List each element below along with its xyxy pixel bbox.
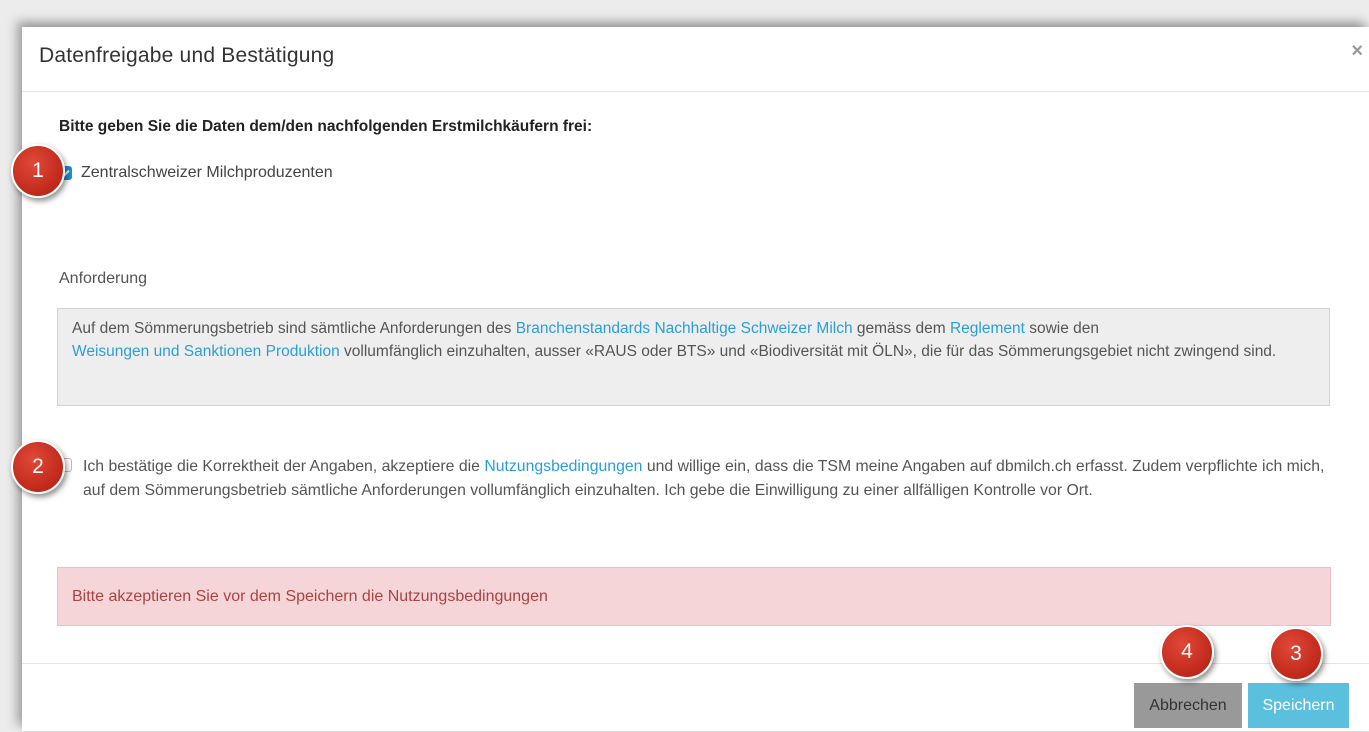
buyer-option[interactable]: Zentralschweizer Milchproduzenten — [58, 163, 333, 183]
requirement-text: Auf dem Sömmerungsbetrieb sind sämtliche… — [72, 320, 516, 337]
data-release-modal: Datenfreigabe und Bestätigung × Bitte ge… — [22, 27, 1369, 731]
reglement-link[interactable]: Reglement — [950, 320, 1025, 337]
modal-header: Datenfreigabe und Bestätigung × — [22, 27, 1369, 92]
cancel-button[interactable]: Abbrechen — [1134, 683, 1242, 728]
buyer-label: Zentralschweizer Milchproduzenten — [81, 164, 333, 181]
save-button[interactable]: Speichern — [1248, 683, 1349, 728]
requirement-label: Anforderung — [59, 270, 148, 287]
modal-footer: Abbrechen Speichern — [22, 663, 1369, 732]
requirement-text: vollumfänglich einzuhalten, ausser «RAUS… — [339, 343, 1277, 360]
requirement-text: sowie den — [1024, 320, 1100, 337]
annotation-marker-1: 1 — [11, 144, 65, 198]
requirement-box: Auf dem Sömmerungsbetrieb sind sämtliche… — [57, 308, 1330, 406]
confirmation-text-part: Ich bestätige die Korrektheit der Angabe… — [83, 458, 485, 475]
annotation-marker-2: 2 — [11, 440, 65, 494]
close-icon[interactable]: × — [1351, 41, 1363, 61]
error-alert: Bitte akzeptieren Sie vor dem Speichern … — [57, 567, 1331, 626]
annotation-marker-4: 4 — [1160, 625, 1214, 679]
weisungen-link[interactable]: Weisungen und Sanktionen Produktion — [72, 343, 340, 360]
terms-of-use-link[interactable]: Nutzungsbedingungen — [484, 458, 642, 475]
confirmation-option[interactable]: Ich bestätige die Korrektheit der Angabe… — [58, 455, 1328, 502]
annotation-marker-3: 3 — [1269, 627, 1323, 681]
requirement-text: gemäss dem — [852, 320, 950, 337]
instruction-text: Bitte geben Sie die Daten dem/den nachfo… — [59, 118, 593, 135]
modal-title: Datenfreigabe und Bestätigung — [39, 44, 335, 67]
branchenstandard-link[interactable]: Branchenstandards Nachhaltige Schweizer … — [516, 320, 853, 337]
confirmation-text: Ich bestätige die Korrektheit der Angabe… — [83, 455, 1328, 502]
